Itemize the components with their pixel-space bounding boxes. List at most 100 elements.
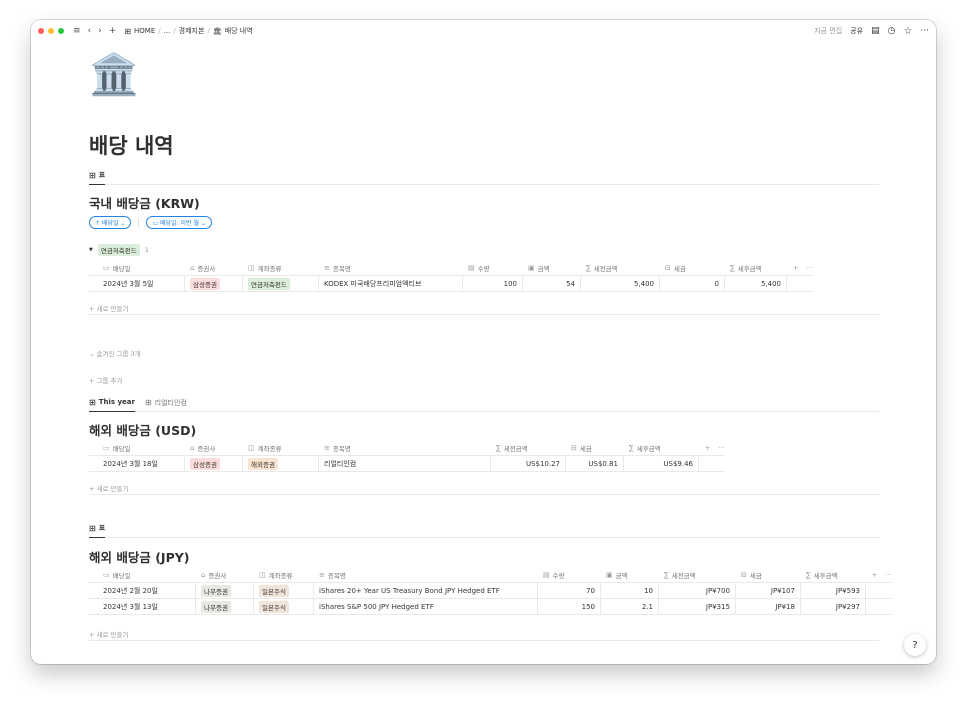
cell-tax[interactable]: US$0.81 — [566, 455, 624, 472]
cell-pretax[interactable]: US$10.27 — [491, 455, 566, 472]
cell-qty[interactable]: 150 — [538, 598, 601, 615]
close-window-button[interactable] — [38, 28, 44, 34]
tab-jpy-table[interactable]: ⊞ 표 — [89, 520, 106, 538]
tab-realty-income[interactable]: ⊞ 리얼티인컴 — [145, 394, 187, 412]
cell-account[interactable]: 일본주식 — [254, 598, 314, 615]
jpy-section-title[interactable]: 해외 배당금 (JPY) — [89, 547, 190, 566]
cell-qty[interactable]: 100 — [463, 275, 523, 292]
bank-icon[interactable]: 🏛️ — [89, 55, 139, 95]
cell-date[interactable]: 2024년 3월 13일 — [89, 598, 196, 615]
cell-broker[interactable]: 나무증권 — [196, 582, 254, 599]
breadcrumb-parent[interactable]: 경제지본 — [179, 26, 205, 36]
cell-pretax[interactable]: JP¥315 — [659, 598, 736, 615]
cell-account[interactable]: 연금저축펀드 — [243, 275, 319, 292]
table-row[interactable]: 2024년 3월 18일 삼성증권 해외증권 리얼티인컴 US$10.27 US$0.81… — [89, 455, 725, 472]
column-header-tax[interactable]: ⊟ 세금 — [660, 260, 725, 276]
column-more-icon[interactable]: ··· — [806, 264, 812, 272]
cell-name[interactable]: 리얼티인컴 — [319, 455, 491, 472]
table-row[interactable]: 2024년 3월 5일 삼성증권 연금저축펀드 KODEX 미국배당프리미엄액티브 10… — [89, 275, 813, 292]
zoom-window-button[interactable] — [58, 28, 64, 34]
column-header-pretax[interactable]: ∑ 세전금액 — [581, 260, 660, 276]
cell-qty[interactable]: 70 — [538, 582, 601, 599]
forward-icon[interactable]: › — [98, 26, 102, 36]
krw-section-title[interactable]: 국내 배당금 (KRW) — [89, 193, 200, 212]
page-title[interactable]: 배당 내역 — [89, 130, 174, 160]
cell-date[interactable]: 2024년 3월 18일 — [89, 455, 185, 472]
column-header-amount[interactable]: ▣ 금액 — [601, 567, 659, 583]
minimize-window-button[interactable] — [48, 28, 54, 34]
add-column-icon[interactable]: + — [872, 571, 877, 579]
cell-amount[interactable]: 2.1 — [601, 598, 659, 615]
cell-account[interactable]: 일본주식 — [254, 582, 314, 599]
column-header-tax[interactable]: ⊟ 세금 — [736, 567, 801, 583]
comment-icon[interactable]: ▤ — [871, 26, 880, 36]
column-header-date[interactable]: ▭ 배당일 — [89, 260, 185, 276]
sort-chip[interactable]: ↑ 배당일 ⌄ — [89, 216, 132, 229]
cell-broker[interactable]: 삼성증권 — [185, 275, 243, 292]
tab-this-year[interactable]: ⊞ This year — [89, 394, 135, 412]
column-header-aftertax[interactable]: ∑ 세후금액 — [725, 260, 787, 276]
cell-pretax[interactable]: 5,400 — [581, 275, 660, 292]
column-header-name[interactable]: ≡ 종목명 — [314, 567, 538, 583]
column-header-pretax[interactable]: ∑ 세전금액 — [491, 440, 566, 456]
column-header-broker[interactable]: ⌂ 증권사 — [185, 440, 243, 456]
date-filter-chip[interactable]: ▭ 배당일: 이번 월 ⌄ — [146, 216, 212, 229]
cell-aftertax[interactable]: 5,400 — [725, 275, 787, 292]
cell-tax[interactable]: JP¥18 — [736, 598, 801, 615]
cell-broker[interactable]: 삼성증권 — [185, 455, 243, 472]
column-header-pretax[interactable]: ∑ 세전금액 — [659, 567, 736, 583]
krw-new-row-button[interactable]: + 새로 만들기 — [89, 301, 879, 315]
column-header-name[interactable]: ≡ 종목명 — [319, 440, 491, 456]
breadcrumb-home[interactable]: HOME — [134, 27, 155, 35]
add-column-icon[interactable]: + — [705, 444, 710, 452]
cell-name[interactable]: iShares S&P 500 JPY Hedged ETF — [314, 598, 538, 615]
share-button[interactable]: 공유 — [850, 26, 863, 36]
cell-pretax[interactable]: JP¥700 — [659, 582, 736, 599]
clock-icon[interactable]: ◷ — [888, 26, 896, 36]
krw-group-header[interactable]: ▼ 연금저축펀드 1 — [89, 244, 149, 256]
cell-account[interactable]: 해외증권 — [243, 455, 319, 472]
new-page-icon[interactable]: + — [109, 26, 117, 36]
column-header-aftertax[interactable]: ∑ 세후금액 — [801, 567, 866, 583]
column-header-qty[interactable]: ▤ 수량 — [463, 260, 523, 276]
hidden-groups-toggle[interactable]: ⌄ 숨겨진 그룹 3개 — [89, 348, 141, 358]
column-header-account[interactable]: ◫ 계좌종류 — [254, 567, 314, 583]
cell-name[interactable]: iShares 20+ Year US Treasury Bond JPY He… — [314, 582, 538, 599]
back-icon[interactable]: ‹ — [88, 26, 92, 36]
breadcrumb-current[interactable]: 배당 내역 — [225, 26, 253, 36]
cell-tax[interactable]: JP¥107 — [736, 582, 801, 599]
cell-date[interactable]: 2024년 3월 5일 — [89, 275, 185, 292]
cell-amount[interactable]: 10 — [601, 582, 659, 599]
jpy-new-row-button[interactable]: + 새로 만들기 — [89, 627, 879, 641]
column-header-qty[interactable]: ▤ 수량 — [538, 567, 601, 583]
column-more-icon[interactable]: ··· — [718, 444, 724, 452]
column-header-date[interactable]: ▭ 배당일 — [89, 567, 196, 583]
column-header-tax[interactable]: ⊟ 세금 — [566, 440, 624, 456]
breadcrumb-ellipsis[interactable]: ... — [164, 27, 171, 35]
star-icon[interactable]: ☆ — [903, 26, 912, 37]
cell-tax[interactable]: 0 — [660, 275, 725, 292]
column-header-name[interactable]: ≡ 종목명 — [319, 260, 463, 276]
cell-amount[interactable]: 54 — [523, 275, 581, 292]
column-header-broker[interactable]: ⌂ 증권사 — [185, 260, 243, 276]
column-header-broker[interactable]: ⌂ 증권사 — [196, 567, 254, 583]
cell-broker[interactable]: 나무증권 — [196, 598, 254, 615]
cell-aftertax[interactable]: JP¥297 — [801, 598, 866, 615]
add-column-icon[interactable]: + — [793, 264, 798, 272]
cell-name[interactable]: KODEX 미국배당프리미엄액티브 — [319, 275, 463, 292]
column-more-icon[interactable]: ··· — [885, 571, 891, 579]
column-header-account[interactable]: ◫ 계좌종류 — [243, 260, 319, 276]
table-row[interactable]: 2024년 2월 20일 나무증권 일본주식 iShares 20+ Year US … — [89, 582, 892, 599]
sidebar-menu-icon[interactable]: ≡ — [73, 26, 81, 36]
group-toggle-icon[interactable]: ▼ — [89, 247, 93, 253]
add-group-button[interactable]: + 그룹 추가 — [89, 375, 123, 385]
usd-section-title[interactable]: 해외 배당금 (USD) — [89, 420, 196, 439]
usd-new-row-button[interactable]: + 새로 만들기 — [89, 481, 879, 495]
column-header-account[interactable]: ◫ 계좌종류 — [243, 440, 319, 456]
help-button[interactable]: ? — [904, 634, 926, 656]
cell-date[interactable]: 2024년 2월 20일 — [89, 582, 196, 599]
column-header-amount[interactable]: ▣ 금액 — [523, 260, 581, 276]
cell-aftertax[interactable]: JP¥593 — [801, 582, 866, 599]
column-header-date[interactable]: ▭ 배당일 — [89, 440, 185, 456]
column-header-aftertax[interactable]: ∑ 세후금액 — [624, 440, 699, 456]
